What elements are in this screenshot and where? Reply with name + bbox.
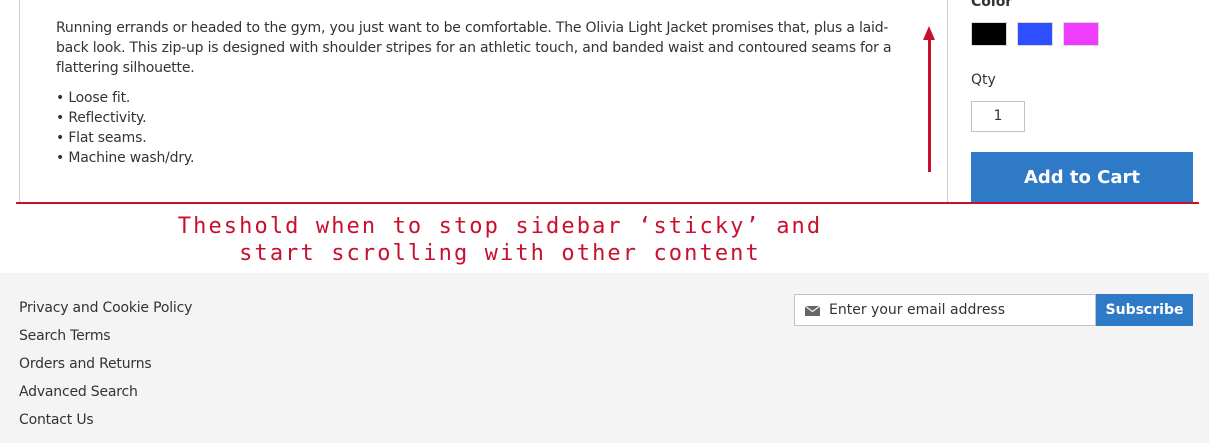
- newsletter-form: Subscribe: [794, 294, 1193, 326]
- qty-label: Qty: [971, 72, 996, 88]
- threshold-line: [16, 202, 1199, 204]
- feature-item: Reflectivity.: [56, 108, 194, 128]
- feature-item: Machine wash/dry.: [56, 148, 194, 168]
- footer-links: Privacy and Cookie Policy Search Terms O…: [19, 294, 192, 434]
- color-label: Color: [971, 0, 1013, 10]
- add-to-cart-button[interactable]: Add to Cart: [971, 152, 1193, 203]
- email-field[interactable]: [794, 294, 1096, 326]
- swatch-black[interactable]: [971, 22, 1007, 46]
- qty-input[interactable]: 1: [971, 101, 1025, 132]
- feature-list: Loose fit. Reflectivity. Flat seams. Mac…: [56, 88, 194, 168]
- up-arrow-line: [928, 36, 931, 172]
- footer-link-contact[interactable]: Contact Us: [19, 406, 192, 434]
- footer-link-search-terms[interactable]: Search Terms: [19, 322, 192, 350]
- page-footer: Privacy and Cookie Policy Search Terms O…: [0, 273, 1209, 443]
- footer-link-privacy[interactable]: Privacy and Cookie Policy: [19, 294, 192, 322]
- threshold-annotation: Theshold when to stop sidebar ‘sticky’ a…: [160, 213, 840, 267]
- annotation-line-2: start scrolling with other content: [239, 241, 761, 266]
- annotation-line-1: Theshold when to stop sidebar ‘sticky’ a…: [177, 214, 823, 239]
- description-paragraph: Running errands or headed to the gym, yo…: [56, 20, 892, 76]
- product-description-panel: Running errands or headed to the gym, yo…: [19, 0, 948, 203]
- swatch-blue[interactable]: [1017, 22, 1053, 46]
- envelope-icon: [805, 306, 820, 316]
- email-input[interactable]: [829, 295, 1091, 325]
- feature-item: Loose fit.: [56, 88, 194, 108]
- swatch-pink[interactable]: [1063, 22, 1099, 46]
- feature-item: Flat seams.: [56, 128, 194, 148]
- footer-link-orders-returns[interactable]: Orders and Returns: [19, 350, 192, 378]
- subscribe-button[interactable]: Subscribe: [1096, 294, 1193, 326]
- footer-link-advanced-search[interactable]: Advanced Search: [19, 378, 192, 406]
